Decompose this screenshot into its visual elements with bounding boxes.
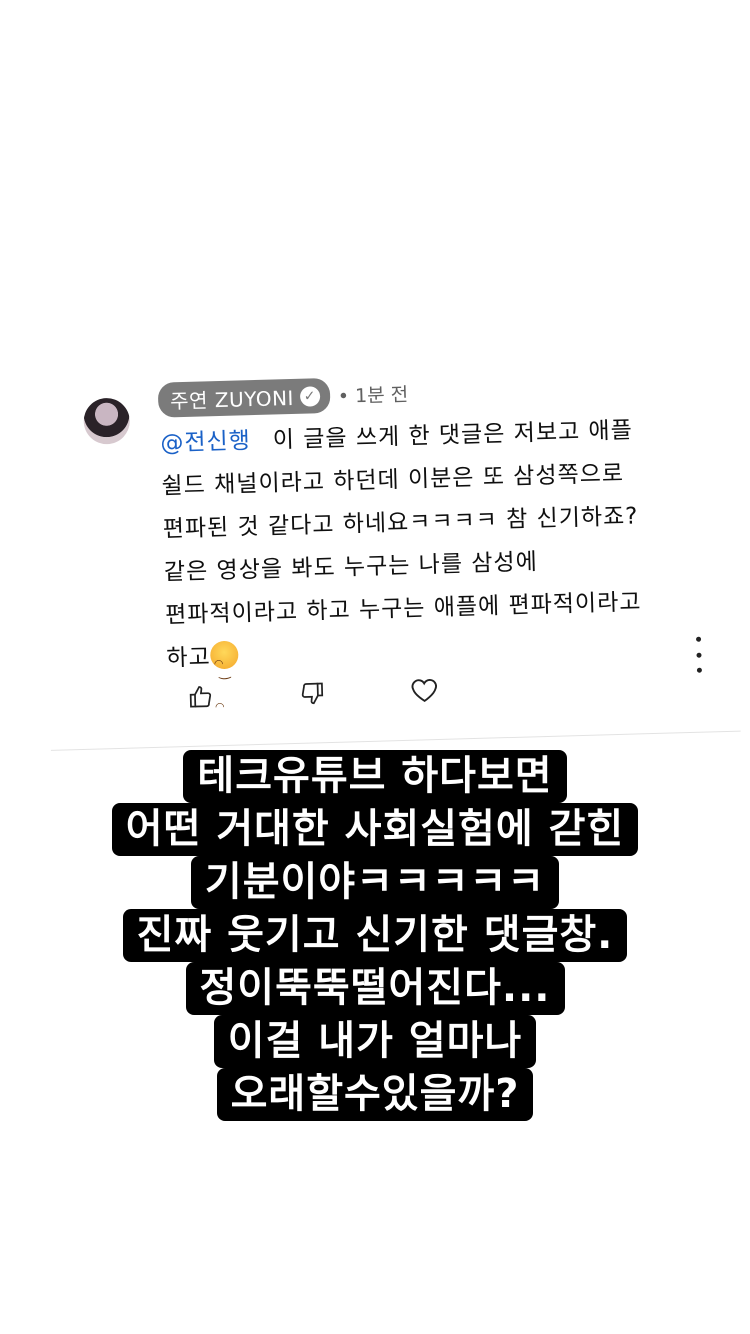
mention-link[interactable]: @전신행: [160, 428, 251, 457]
comment-line: 이 글을 쓰게 한 댓글은 저보고 애플: [272, 417, 634, 454]
heart-icon[interactable]: [408, 674, 441, 707]
caption-line: 테크유튜브 하다보면: [183, 750, 567, 803]
caption-line: 이걸 내가 얼마나: [213, 1015, 537, 1068]
story-caption: 테크유튜브 하다보면 어떤 거대한 사회실험에 갇힌 기분이야ㅋㅋㅋㅋㅋ 진짜 …: [0, 750, 750, 1121]
author-name: 주연 ZUYONI: [169, 385, 295, 414]
caption-line: 진짜 웃기고 신기한 댓글창.: [122, 909, 628, 962]
avatar[interactable]: [83, 397, 131, 445]
check-circle-icon: ✓: [299, 385, 321, 407]
divider: [50, 730, 741, 751]
author-chip[interactable]: 주연 ZUYONI ✓: [157, 377, 331, 418]
comment-screenshot: 주연 ZUYONI ✓ • 1분 전 @전신행 이 글을 쓰게 한 댓글은 저보고…: [40, 341, 741, 760]
comment-time: • 1분 전: [337, 383, 409, 408]
caption-line: 정이뚝뚝떨어진다...: [185, 962, 565, 1015]
smile-emoji-icon: [210, 640, 240, 670]
more-vertical-icon[interactable]: [688, 636, 709, 673]
caption-line: 기분이야ㅋㅋㅋㅋㅋ: [190, 856, 560, 909]
comment-line: 하고: [166, 644, 212, 672]
comment-header: 주연 ZUYONI ✓ • 1분 전: [157, 376, 409, 418]
thumbs-down-icon[interactable]: [296, 677, 329, 710]
comment-actions: [184, 674, 441, 713]
comment-text: @전신행 이 글을 쓰게 한 댓글은 저보고 애플 쉴드 채널이라고 하던데 이분…: [160, 408, 687, 680]
thumbs-up-icon[interactable]: [184, 680, 217, 713]
caption-line: 오래할수있을까?: [216, 1068, 534, 1121]
caption-line: 어떤 거대한 사회실험에 갇힌: [111, 803, 639, 856]
